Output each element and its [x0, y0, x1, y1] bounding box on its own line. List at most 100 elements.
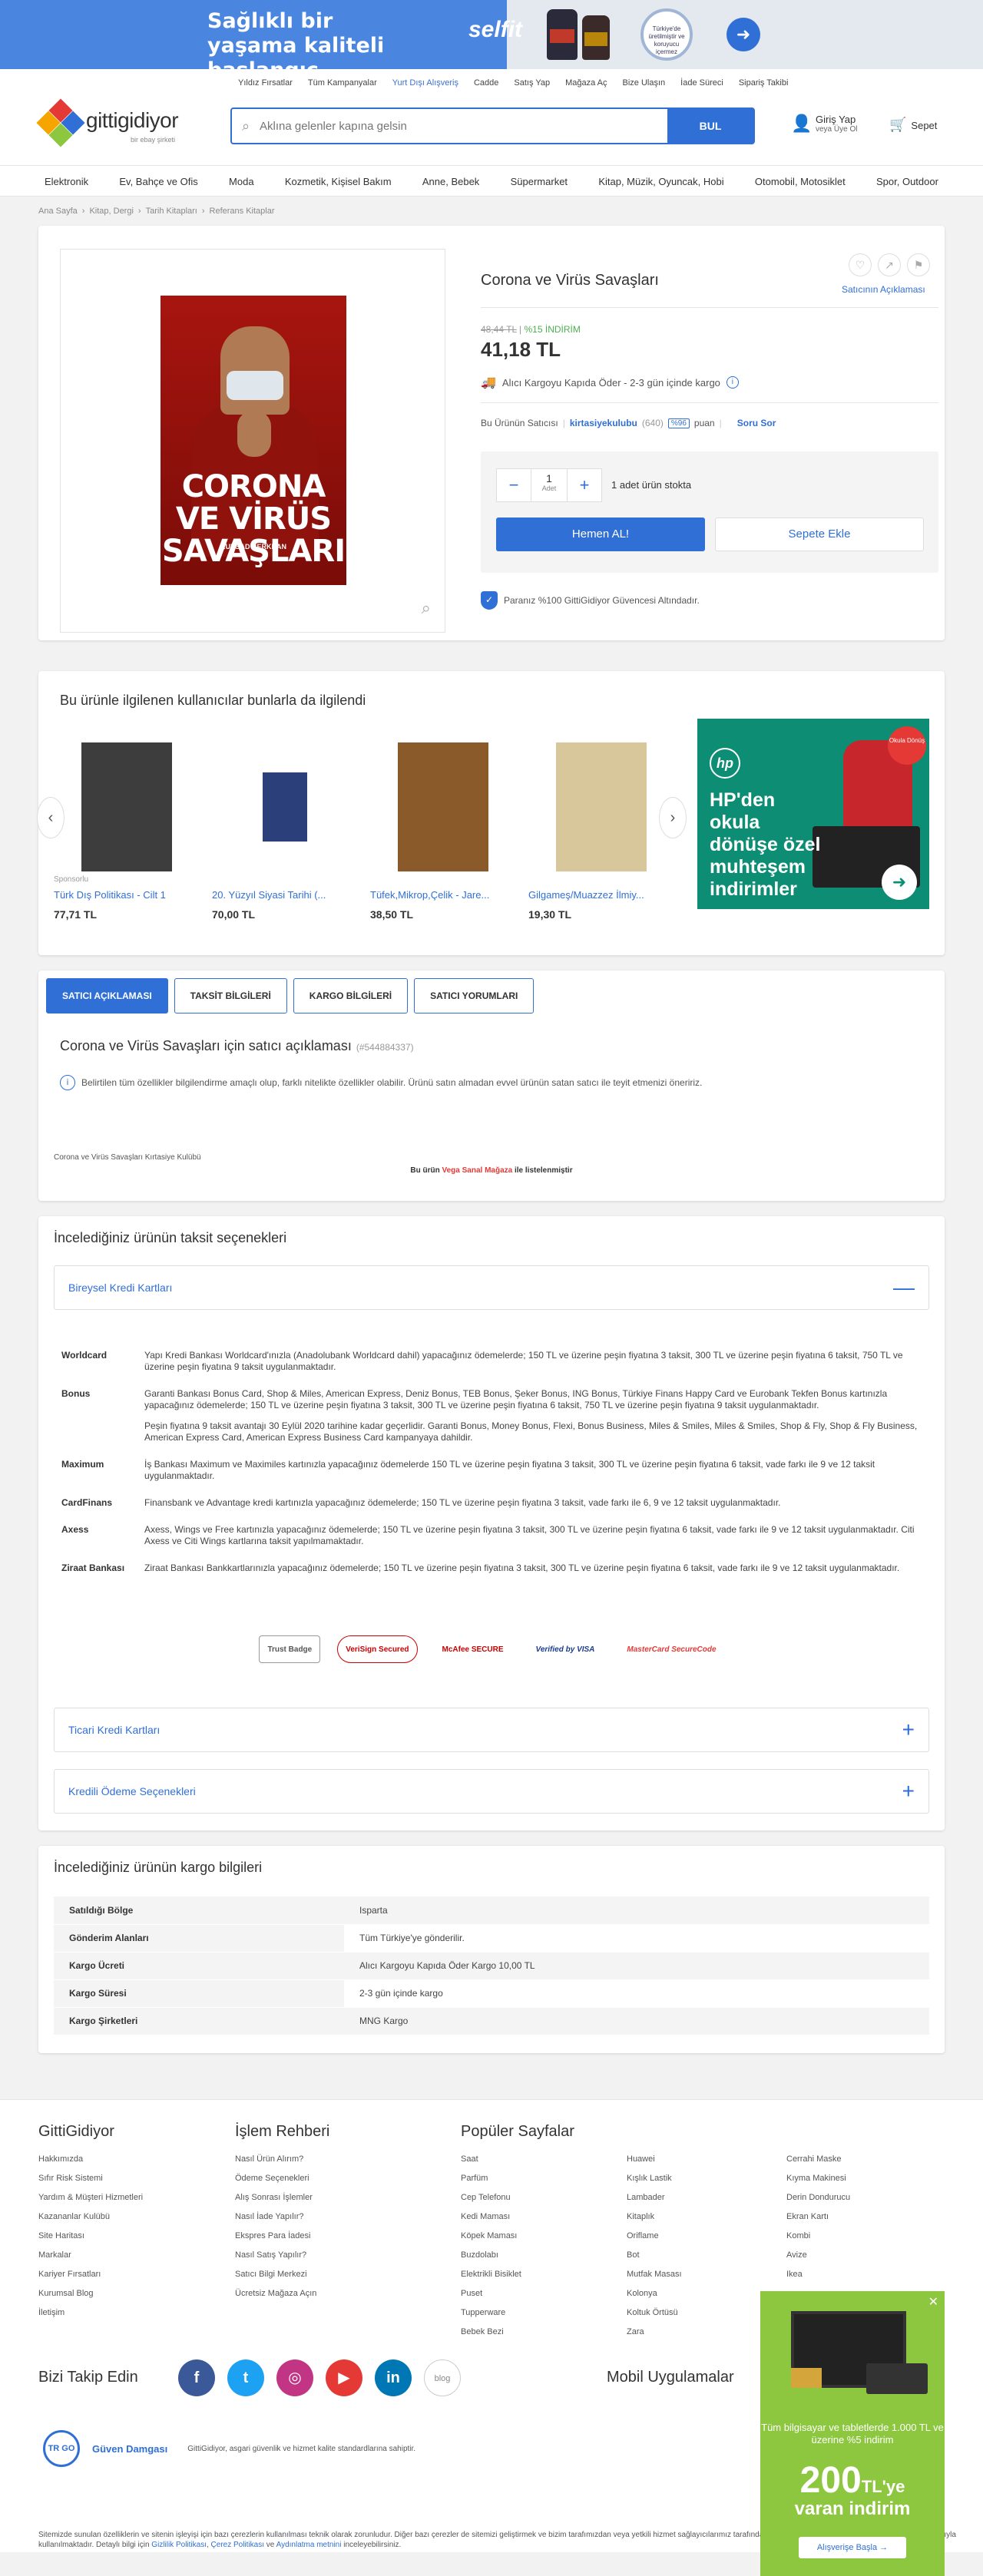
category-item[interactable]: Süpermarket: [505, 176, 574, 187]
footer-link[interactable]: Satıcı Bilgi Merkezi: [235, 2270, 329, 2289]
zoom-icon[interactable]: ⌕: [422, 598, 431, 618]
search-button[interactable]: BUL: [667, 109, 753, 143]
subnav-item[interactable]: Yıldız Fırsatlar: [230, 78, 300, 88]
breadcrumb-item[interactable]: Ana Sayfa: [38, 207, 78, 216]
favorite-icon[interactable]: ♡: [849, 253, 872, 276]
footer-link[interactable]: Derin Dondurucu: [786, 2193, 850, 2212]
disclosure-link[interactable]: Aydınlatma metnini: [276, 2541, 342, 2549]
footer-link[interactable]: Bot: [627, 2250, 682, 2270]
category-item[interactable]: Kitap, Müzik, Oyuncak, Hobi: [592, 176, 730, 187]
decrease-button[interactable]: −: [497, 469, 531, 501]
subnav-item[interactable]: Tüm Kampanyalar: [300, 78, 385, 88]
footer-link[interactable]: Köpek Maması: [461, 2231, 574, 2250]
footer-link[interactable]: Zara: [627, 2327, 682, 2346]
subnav-item[interactable]: Yurt Dışı Alışveriş: [385, 78, 466, 88]
footer-link[interactable]: Bebek Bezi: [461, 2327, 574, 2346]
category-item[interactable]: Ev, Bahçe ve Ofis: [113, 176, 204, 187]
tab-cargo[interactable]: KARGO BİLGİLERİ: [293, 978, 409, 1014]
footer-link[interactable]: Yardım & Müşteri Hizmetleri: [38, 2193, 143, 2212]
footer-link[interactable]: Elektrikli Bisiklet: [461, 2270, 574, 2289]
footer-link[interactable]: Sıfır Risk Sistemi: [38, 2174, 143, 2193]
footer-link[interactable]: Nasıl Ürün Alırım?: [235, 2154, 329, 2174]
store-link[interactable]: Vega Sanal Mağaza: [442, 1166, 513, 1175]
footer-link[interactable]: Ödeme Seçenekleri: [235, 2174, 329, 2193]
tab-seller-reviews[interactable]: SATICI YORUMLARI: [414, 978, 535, 1014]
search-input[interactable]: [260, 109, 667, 143]
hp-ad-banner[interactable]: Okula Dönüş hp HP'den okula dönüşe özel …: [697, 719, 929, 909]
top-promo-banner[interactable]: Sağlıklı bir yaşama kaliteli başlangıç s…: [0, 0, 983, 69]
subnav-item[interactable]: Bize Ulaşın: [615, 78, 674, 88]
footer-link[interactable]: Ücretsiz Mağaza Açın: [235, 2289, 329, 2308]
footer-link[interactable]: Tupperware: [461, 2308, 574, 2327]
subnav-item[interactable]: Mağaza Aç: [558, 78, 614, 88]
subnav-item[interactable]: Cadde: [466, 78, 506, 88]
report-flag-icon[interactable]: ⚑: [907, 253, 930, 276]
instagram-icon[interactable]: ◎: [276, 2359, 313, 2396]
accordion-commercial-cards[interactable]: Ticari Kredi Kartları +: [54, 1708, 929, 1752]
footer-link[interactable]: Parfüm: [461, 2174, 574, 2193]
footer-link[interactable]: Cep Telefonu: [461, 2193, 574, 2212]
subnav-item[interactable]: Sipariş Takibi: [731, 78, 796, 88]
footer-link[interactable]: Nasıl Satış Yapılır?: [235, 2250, 329, 2270]
footer-link[interactable]: Alış Sonrası İşlemler: [235, 2193, 329, 2212]
close-icon[interactable]: ✕: [928, 2294, 938, 2310]
seller-description-link[interactable]: Satıcının Açıklaması: [842, 284, 925, 295]
accordion-credit-payment[interactable]: Kredili Ödeme Seçenekleri +: [54, 1769, 929, 1814]
category-item[interactable]: Elektronik: [38, 176, 94, 187]
banner-arrow-button[interactable]: ➜: [726, 18, 760, 51]
footer-link[interactable]: Nasıl İade Yapılır?: [235, 2212, 329, 2231]
footer-link[interactable]: Huawei: [627, 2154, 682, 2174]
footer-link[interactable]: Puset: [461, 2289, 574, 2308]
footer-link[interactable]: Kışlık Lastik: [627, 2174, 682, 2193]
footer-link[interactable]: Ekran Kartı: [786, 2212, 850, 2231]
category-item[interactable]: Anne, Bebek: [416, 176, 485, 187]
category-item[interactable]: Kozmetik, Kişisel Bakım: [279, 176, 398, 187]
footer-link[interactable]: Kedi Maması: [461, 2212, 574, 2231]
buy-now-button[interactable]: Hemen AL!: [496, 518, 705, 551]
rec-item[interactable]: 20. Yüzyıl Siyasi Tarihi (... 70,00 TL: [212, 742, 358, 921]
rec-item[interactable]: Tüfek,Mikrop,Çelik - Jare... 38,50 TL: [370, 742, 516, 921]
product-image-box[interactable]: CORONA VE VİRÜS SAVAŞLARI KURSAD BERKKAN…: [60, 249, 445, 633]
footer-link[interactable]: Ikea: [786, 2270, 850, 2289]
footer-link[interactable]: Saat: [461, 2154, 574, 2174]
footer-link[interactable]: Hakkımızda: [38, 2154, 143, 2174]
cookie-policy-link[interactable]: Çerez Politikası: [211, 2541, 264, 2549]
subnav-item[interactable]: Satış Yap: [506, 78, 558, 88]
carousel-prev-button[interactable]: ‹: [37, 797, 65, 838]
footer-link[interactable]: Kurumsal Blog: [38, 2289, 143, 2308]
category-item[interactable]: Spor, Outdoor: [870, 176, 945, 187]
increase-button[interactable]: +: [568, 469, 601, 501]
category-item[interactable]: Otomobil, Motosiklet: [749, 176, 852, 187]
tab-installments[interactable]: TAKSİT BİLGİLERİ: [174, 978, 287, 1014]
footer-link[interactable]: Ekspres Para İadesi: [235, 2231, 329, 2250]
ad-arrow-button[interactable]: ➜: [882, 865, 917, 900]
ask-question-link[interactable]: Soru Sor: [737, 418, 776, 428]
floating-ad-cta-button[interactable]: Alışverişe Başla →: [799, 2537, 906, 2558]
privacy-policy-link[interactable]: Gizlilik Politikası: [151, 2541, 207, 2549]
breadcrumb-item[interactable]: Tarih Kitapları: [146, 207, 197, 216]
twitter-icon[interactable]: t: [227, 2359, 264, 2396]
blog-icon[interactable]: blog: [424, 2359, 461, 2396]
footer-link[interactable]: Mutfak Masası: [627, 2270, 682, 2289]
seller-name[interactable]: kirtasiyekulubu: [570, 418, 637, 428]
rec-item[interactable]: Sponsorlu Türk Dış Politikası - Cilt 1 7…: [54, 742, 200, 921]
site-logo[interactable]: gittigidiyor bir ebay şirketi: [36, 98, 215, 150]
footer-link[interactable]: Buzdolabı: [461, 2250, 574, 2270]
footer-link[interactable]: İletişim: [38, 2308, 143, 2327]
youtube-icon[interactable]: ▶: [326, 2359, 362, 2396]
facebook-icon[interactable]: f: [178, 2359, 215, 2396]
footer-link[interactable]: Kitaplık: [627, 2212, 682, 2231]
rec-item[interactable]: Gilgameş/Muazzez İlmiy... 19,30 TL: [528, 742, 674, 921]
subnav-item[interactable]: İade Süreci: [673, 78, 731, 88]
quantity-value[interactable]: 1: [531, 472, 567, 484]
carousel-next-button[interactable]: ›: [659, 797, 687, 838]
footer-link[interactable]: Kariyer Fırsatları: [38, 2270, 143, 2289]
tab-seller-description[interactable]: SATICI AÇIKLAMASI: [46, 978, 168, 1014]
footer-link[interactable]: Cerrahi Maske: [786, 2154, 850, 2174]
footer-link[interactable]: Oriflame: [627, 2231, 682, 2250]
footer-link[interactable]: Kıyma Makinesi: [786, 2174, 850, 2193]
linkedin-icon[interactable]: in: [375, 2359, 412, 2396]
footer-link[interactable]: Lambader: [627, 2193, 682, 2212]
footer-link[interactable]: Kolonya: [627, 2289, 682, 2308]
accordion-individual-cards[interactable]: Bireysel Kredi Kartları —: [54, 1265, 929, 1310]
